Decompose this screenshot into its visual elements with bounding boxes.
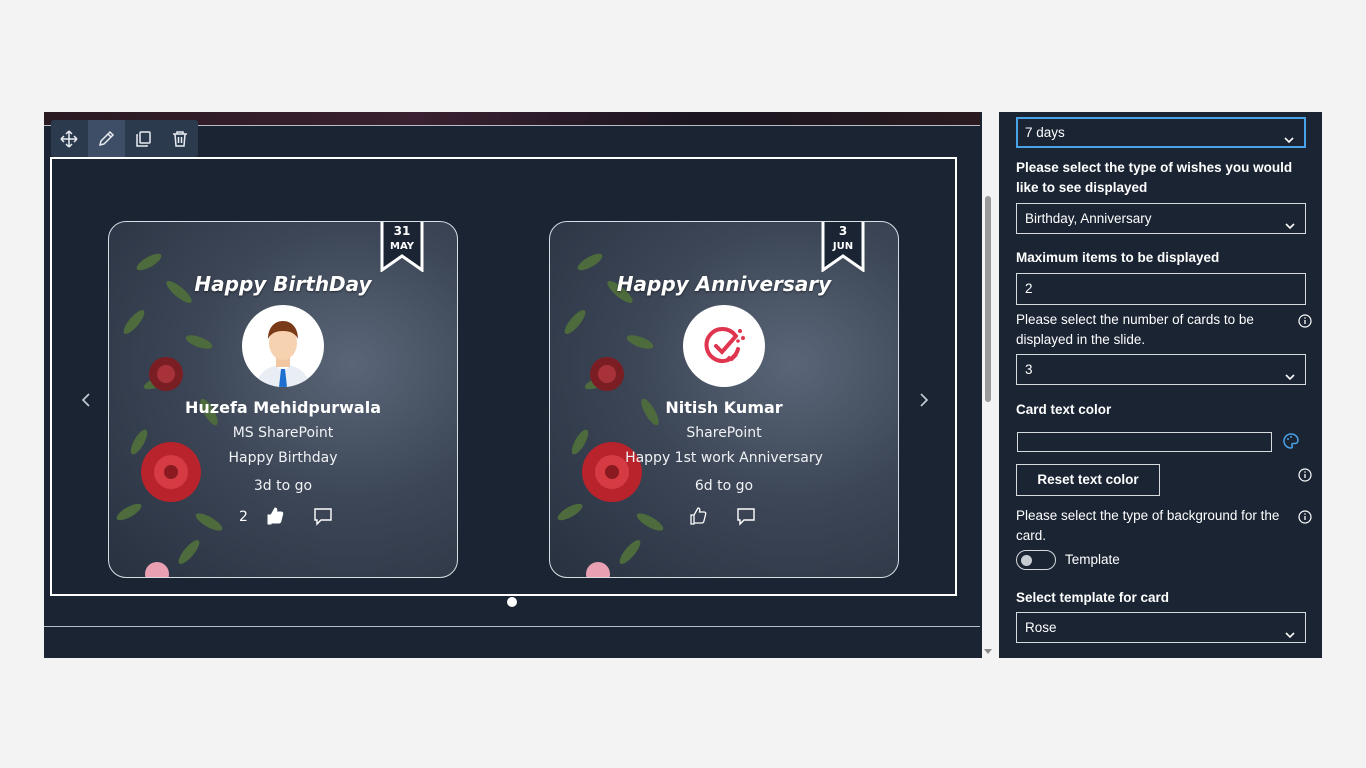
move-button[interactable]	[51, 120, 88, 157]
person-avatar-icon	[256, 321, 310, 387]
wishes-type-value: Birthday, Anniversary	[1025, 211, 1152, 226]
like-button[interactable]	[688, 506, 708, 526]
wish-type: Happy 1st work Anniversary	[625, 450, 823, 466]
duplicate-button[interactable]	[125, 120, 162, 157]
comment-icon	[737, 508, 755, 526]
card-title: Happy Anniversary	[616, 272, 832, 296]
cards-count-label: Please select the number of cards to be …	[1016, 312, 1254, 347]
card-title: Happy BirthDay	[194, 272, 372, 296]
scrollbar-thumb[interactable]	[985, 196, 991, 402]
info-icon[interactable]	[1298, 510, 1312, 524]
property-pane: 7 days Please select the type of wishes …	[999, 112, 1322, 658]
person-name: Huzefa Mehidpurwala	[185, 398, 381, 417]
person-name: Nitish Kumar	[665, 398, 783, 417]
info-icon[interactable]	[1298, 314, 1312, 328]
cards-count-dropdown[interactable]: 3	[1016, 354, 1306, 385]
canvas-scrollbar[interactable]	[982, 112, 994, 658]
chevron-down-icon	[1284, 213, 1296, 230]
template-label: Select template for card	[1016, 590, 1170, 605]
countdown: 3d to go	[253, 478, 313, 494]
comment-icon	[314, 508, 332, 526]
move-icon	[60, 129, 78, 148]
thumbs-up-icon	[267, 507, 284, 525]
like-button[interactable]	[265, 506, 285, 526]
template-value: Rose	[1025, 620, 1057, 635]
celebrations-webpart: 31 MAY Happy BirthDay Huzefa Mehidpurwal…	[50, 157, 957, 607]
carousel-prev-button[interactable]	[80, 392, 92, 408]
duplicate-icon	[136, 130, 151, 147]
scroll-down-arrow-icon[interactable]	[984, 649, 992, 654]
wish-card: 3 JUN Happy Anniversary Nitish Kumar Sha…	[549, 221, 899, 578]
carousel-next-button[interactable]	[918, 392, 930, 408]
chevron-right-icon	[920, 393, 929, 407]
carousel-page-dot[interactable]	[507, 597, 517, 607]
card-actions: 2	[109, 506, 457, 528]
anniversary-logo-icon	[704, 327, 745, 363]
delete-icon	[172, 130, 187, 147]
comment-button[interactable]	[313, 506, 333, 526]
days-value: 7 days	[1025, 125, 1065, 140]
text-color-label: Card text color	[1016, 402, 1112, 417]
template-dropdown[interactable]: Rose	[1016, 612, 1306, 643]
info-icon[interactable]	[1298, 468, 1312, 482]
toggle-knob	[1021, 555, 1032, 566]
webpart-toolbar	[51, 120, 198, 157]
wishes-type-dropdown[interactable]: Birthday, Anniversary	[1016, 203, 1306, 234]
text-color-input[interactable]	[1017, 432, 1272, 452]
background-template-toggle[interactable]	[1016, 550, 1056, 570]
cards-count-value: 3	[1025, 362, 1033, 377]
chevron-left-icon	[81, 393, 90, 407]
countdown: 6d to go	[694, 478, 754, 494]
ribbon-day: 3	[838, 224, 848, 238]
card-actions	[550, 506, 898, 528]
page-canvas: 31 MAY Happy BirthDay Huzefa Mehidpurwal…	[44, 112, 1322, 658]
wish-card: 31 MAY Happy BirthDay Huzefa Mehidpurwal…	[108, 221, 458, 578]
like-count: 2	[239, 509, 248, 525]
avatar	[242, 305, 324, 387]
max-items-label: Maximum items to be displayed	[1016, 250, 1220, 265]
chevron-down-icon	[1284, 622, 1296, 639]
color-palette-button[interactable]	[1282, 432, 1300, 450]
department: SharePoint	[686, 425, 762, 441]
ribbon-day: 31	[393, 224, 411, 238]
chevron-down-icon	[1283, 128, 1295, 144]
thumbs-up-icon	[690, 507, 707, 525]
comment-button[interactable]	[736, 506, 756, 526]
ribbon-month: JUN	[832, 241, 854, 252]
wishes-type-label: Please select the type of wishes you wou…	[1016, 160, 1293, 195]
ribbon-month: MAY	[390, 241, 414, 252]
delete-button[interactable]	[161, 120, 198, 157]
max-items-input[interactable]: 2	[1016, 273, 1306, 305]
palette-icon	[1283, 433, 1299, 449]
toggle-label: Template	[1065, 552, 1120, 567]
chevron-down-icon	[1284, 364, 1296, 381]
reset-text-color-button[interactable]: Reset text color	[1016, 464, 1160, 496]
department: MS SharePoint	[232, 425, 334, 441]
section-divider	[44, 626, 980, 627]
edit-button[interactable]	[87, 120, 125, 157]
background-type-label: Please select the type of background for…	[1016, 508, 1280, 543]
edit-icon	[99, 130, 115, 146]
wish-type: Happy Birthday	[228, 450, 338, 466]
avatar	[683, 305, 765, 387]
days-dropdown[interactable]: 7 days	[1016, 117, 1306, 148]
